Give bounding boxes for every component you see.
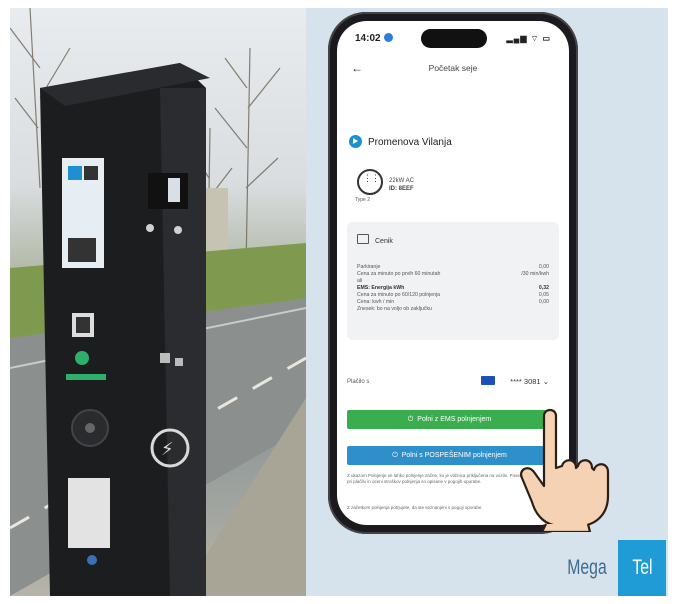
plug-icon: ⏻ (407, 415, 414, 423)
price-list-icon (357, 234, 369, 244)
pointing-hand-icon (520, 408, 610, 532)
connector-id: ID: 8EEF (389, 186, 414, 192)
payment-label: Plačilo s (347, 379, 370, 385)
price-row: EMS: Energija kWh 0,32 (357, 285, 549, 292)
page-title: Početak sеje (428, 63, 478, 73)
status-bar: 14:02 ▂▄▆ ⌔ ▭ (337, 21, 569, 55)
clock: 14:02 (355, 33, 393, 44)
power-icon: ⏻ (392, 451, 398, 459)
payment-method[interactable]: Plačilo s **** 3081 ⌄ (347, 376, 559, 386)
fast-button-label: Polni s POSPEŠENIM polnjenjem (401, 452, 507, 459)
top-bar: ← Početak sеje (337, 61, 569, 79)
app-panel: 14:02 ▂▄▆ ⌔ ▭ ← Početak sеje Promenova V… (306, 8, 668, 596)
signal-icons: ▂▄▆ ⌔ ▭ (506, 34, 551, 43)
station-name: Promenova Vilanja (349, 135, 452, 148)
chevron-down-icon[interactable]: ⌄ (543, 377, 549, 386)
connector-power: 22kW AC (389, 178, 415, 184)
price-row-label: EMS: Energija kWh (357, 285, 405, 291)
price-row-value: 0,00 (538, 299, 549, 305)
price-row-label: Cena: kwh / min (357, 299, 395, 305)
price-row: Cena za minuto po prvih 60 minutah/30 mi… (357, 271, 549, 278)
dynamic-island (421, 29, 487, 48)
price-heading-text: Cenik (375, 238, 393, 245)
card-number-text: **** 3081 (510, 377, 541, 386)
price-row-label: Cena za minuto po 60/120 polnjenja (357, 292, 441, 298)
price-row-label: Parkiranje (357, 264, 381, 270)
credit-card-icon (481, 376, 495, 385)
station-label: Promenova Vilanja (368, 137, 452, 148)
price-row: Cena za minuto po 60/120 polnjenja 0,05 (357, 292, 549, 299)
price-card: Cenik Parkiranje 0,00 Cena za minuto po p… (347, 222, 559, 340)
price-row-value: /30 min/kwh (521, 271, 549, 277)
price-row: ali (357, 278, 549, 285)
charging-station-photo: ⚡ (10, 8, 306, 596)
logo-tel: Tel (618, 540, 666, 596)
price-row-value: 0,05 (538, 292, 549, 298)
logo-mega: Mega (567, 556, 607, 579)
price-row: Parkiranje 0,00 (357, 264, 549, 271)
price-row-value: 0,32 (538, 285, 549, 291)
price-row-label: Cena za minuto po prvih 60 minutah (357, 271, 441, 277)
price-row-label: Znesek: bo na voljo ob zaključku (357, 306, 432, 312)
location-icon (383, 33, 393, 42)
connector-info: 22kW AC ID: 8EEF (389, 177, 414, 193)
card-number[interactable]: **** 3081 ⌄ (510, 377, 549, 386)
footnote-2: Z začetkom polnjenja potrjujete, da ste … (347, 505, 483, 510)
connector-type-label: Type 2 (355, 197, 371, 203)
footnote-1: Z ukazom Polnjenje se lahko polnjenje za… (347, 473, 532, 484)
ems-button-label: Polni z EMS polnjenjem (417, 416, 492, 423)
photo-illustration: ⚡ (10, 8, 306, 596)
price-row-label: ali (357, 278, 363, 284)
type2-plug-icon (357, 169, 383, 195)
svg-text:⚡: ⚡ (161, 439, 174, 460)
price-row-value: 0,00 (538, 264, 549, 270)
location-pin-icon (349, 135, 362, 148)
price-row: Cena: kwh / min 0,00 (357, 299, 549, 306)
price-rows: Parkiranje 0,00 Cena za minuto po prvih 6… (357, 264, 549, 313)
price-card-heading: Cenik (357, 234, 393, 245)
logo-tel-text: Tel (631, 556, 653, 579)
price-row: Znesek: bo na voljo ob zaključku (357, 306, 549, 313)
